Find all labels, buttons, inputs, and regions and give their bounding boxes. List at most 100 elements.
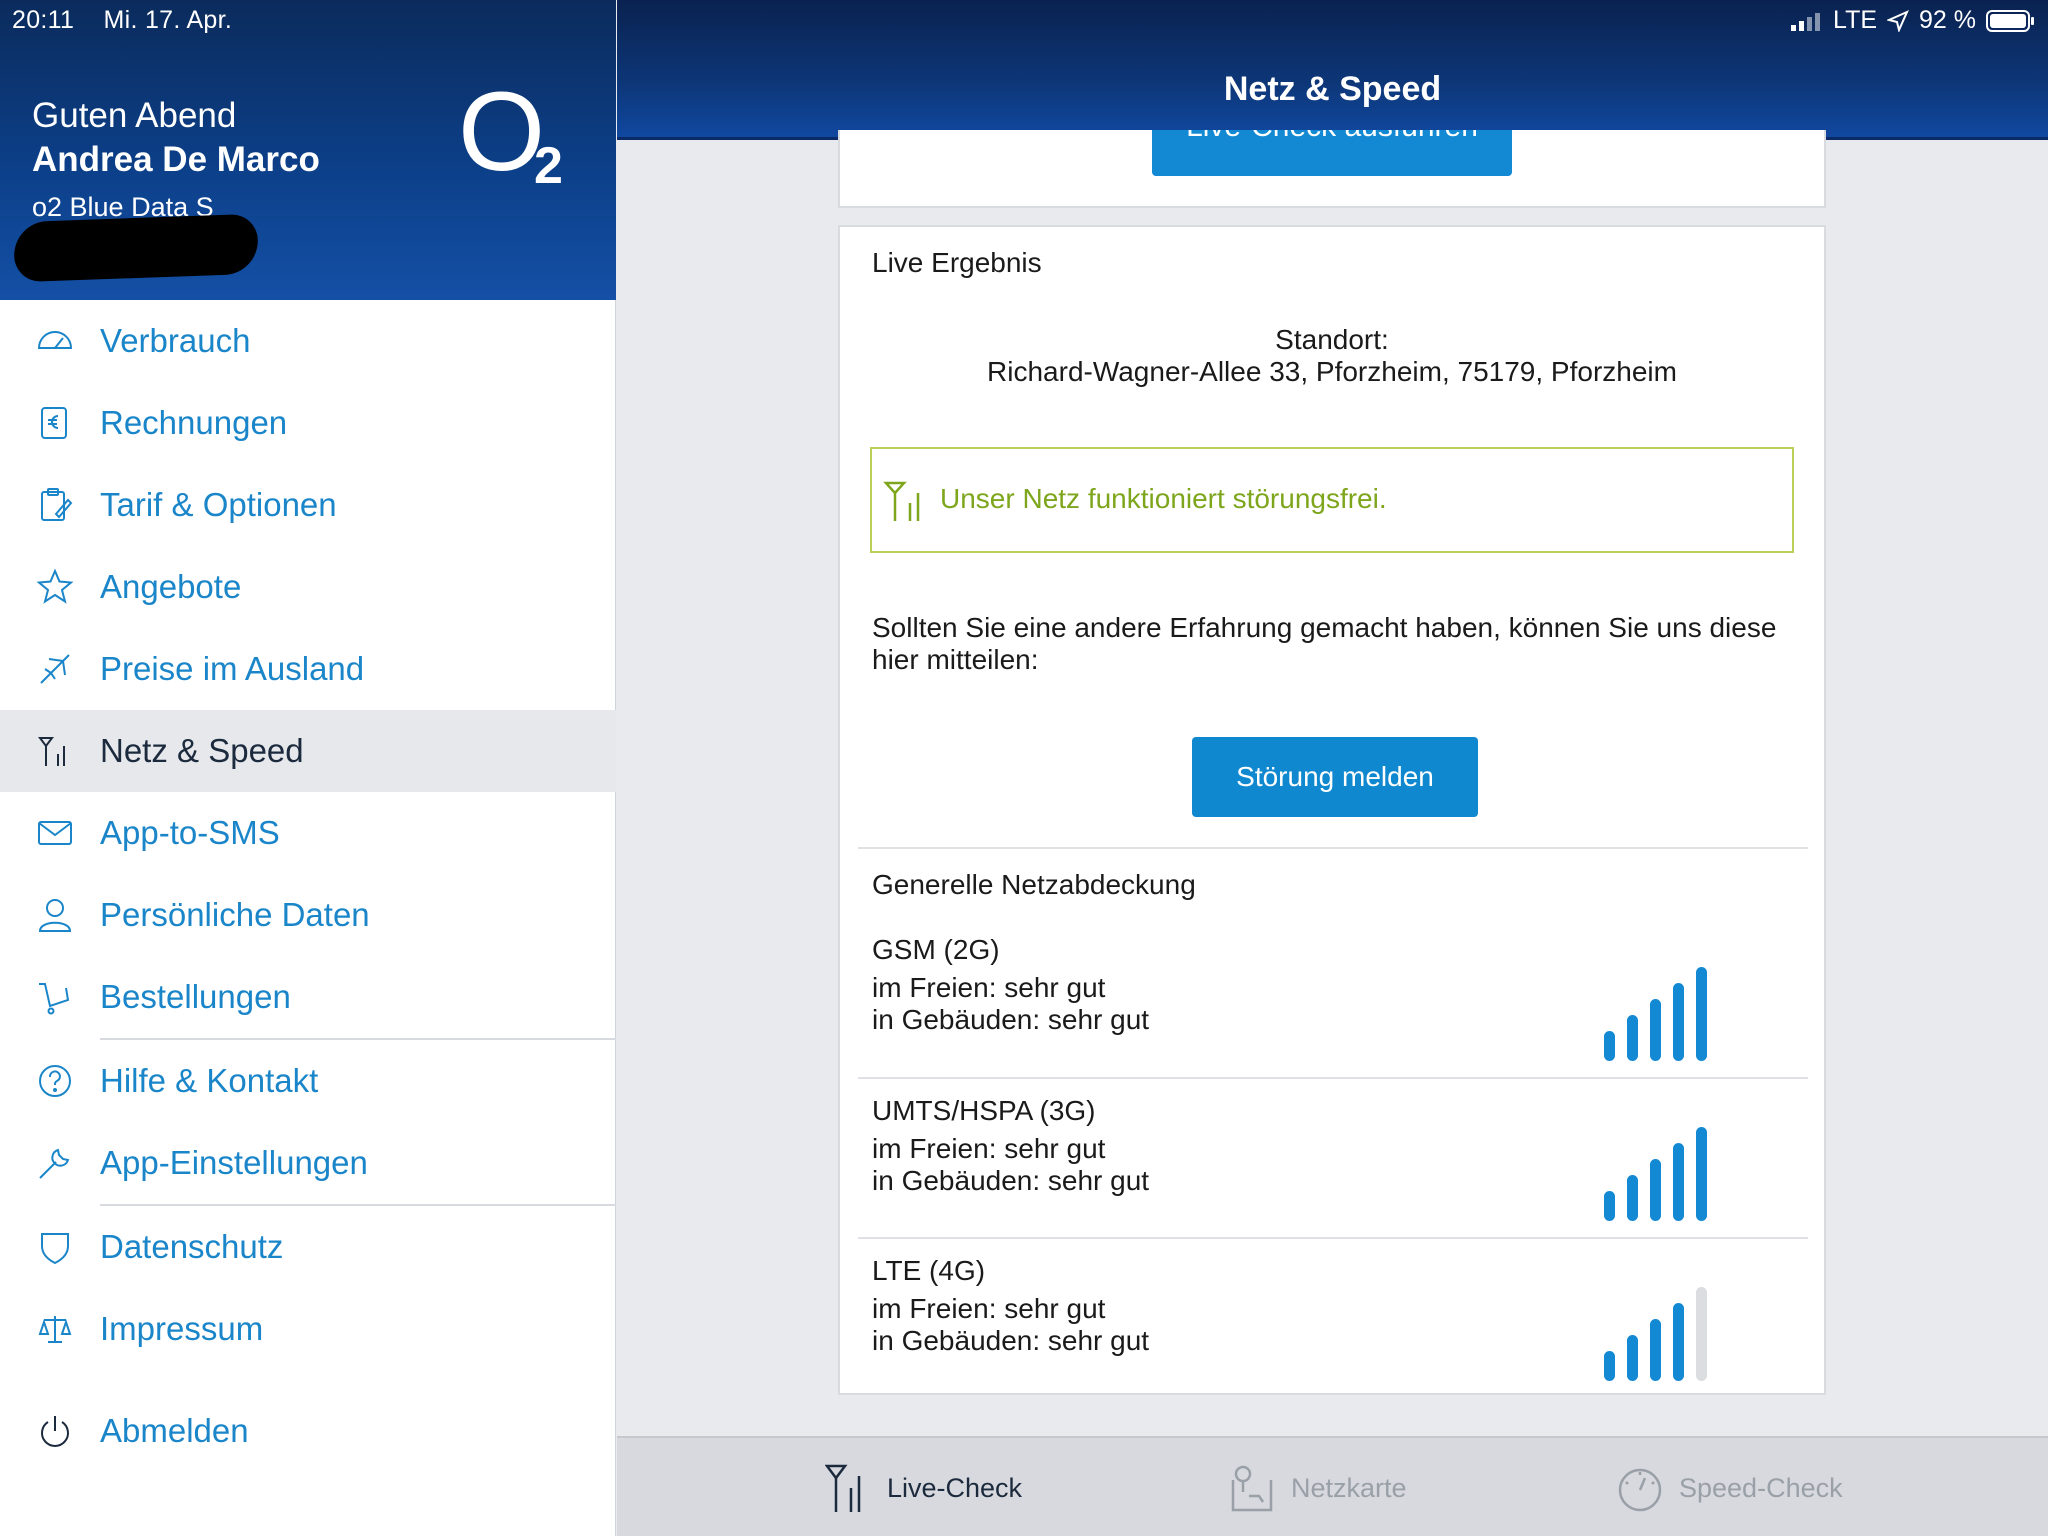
power-icon [41,1416,69,1447]
tab-live-check[interactable]: Live-Check [825,1438,1022,1536]
signal-bars [1604,1287,1707,1381]
sidebar-item-impressum[interactable]: Impressum [0,1288,616,1370]
antenna-icon [825,1464,861,1512]
tab-netzkarte[interactable]: Netzkarte [1229,1438,1407,1536]
tab-label: Live-Check [887,1472,1023,1503]
coverage-title: Generelle Netzabdeckung [872,869,1196,900]
signal-bar-filled [1650,999,1661,1061]
feedback-text: Sollten Sie eine andere Erfahrung gemach… [872,612,1777,675]
section-divider [858,1077,1808,1079]
network-name: GSM (2G) [872,934,1000,965]
signal-bar-filled [1673,1303,1684,1381]
network-status-box: Unser Netz funktioniert störungsfrei. [870,447,1794,553]
sidebar-item-label: Impressum [100,1310,264,1347]
greeting: Guten Abend [32,96,237,135]
sidebar-item-app-to-sms[interactable]: App-to-SMS [0,792,616,874]
cart-icon [39,983,70,1015]
redaction-mark [13,213,259,283]
page-title: Netz & Speed [1223,70,1442,108]
network-indoor: in Gebäuden: sehr gut [872,1325,1150,1356]
logo-digit: 2 [534,137,563,195]
signal-bar-filled [1650,1159,1661,1221]
signal-bar-filled [1627,1015,1638,1061]
wrench-icon [39,1148,70,1179]
antenna-icon [883,481,920,521]
section-divider [858,847,1808,849]
sidebar-item-label: Persönliche Daten [100,896,370,933]
sidebar-item-label: App-Einstellungen [100,1144,368,1181]
o2-logo: O 2 [458,76,578,195]
network-name: UMTS/HSPA (3G) [872,1095,1096,1126]
sidebar-item-label: Hilfe & Kontakt [100,1062,319,1099]
live-check-card: Live-Check ausführen [838,130,1826,208]
network-status-message: Unser Netz funktioniert störungsfrei. [940,483,1387,514]
sidebar-item-label: Bestellungen [100,978,291,1015]
shield-icon [41,1233,69,1265]
status-bar-left: 20:11 Mi. 17. Apr. [12,6,254,35]
status-battery: 92 % [1919,6,1976,34]
network-indoor: in Gebäuden: sehr gut [872,1165,1150,1196]
star-icon [36,568,74,604]
sidebar-item-rechnungen[interactable]: Rechnungen [0,382,616,464]
status-time: 20:11 [12,6,75,34]
invoice-euro-icon [41,407,67,439]
network-outdoor: im Freien: sehr gut [872,1293,1106,1324]
battery-icon [1986,9,2034,32]
sidebar-item-label: Abmelden [100,1412,249,1449]
network-outdoor: im Freien: sehr gut [872,1133,1106,1164]
result-title: Live Ergebnis [872,247,1042,278]
live-check-run-button[interactable]: Live-Check ausführen [1152,130,1512,176]
sidebar: 20:11 Mi. 17. Apr. Guten Abend Andrea De… [0,0,616,1536]
signal-bars [1604,967,1707,1061]
sidebar-item-label: Angebote [100,568,242,605]
question-icon [39,1065,71,1097]
live-result-card: Live Ergebnis Standort: Richard-Wagner-A… [838,225,1826,1395]
sidebar-item-label: Preise im Ausland [100,650,365,687]
location-label: Standort: [1275,324,1389,355]
network-indoor: in Gebäuden: sehr gut [872,1004,1150,1035]
person-icon [38,899,72,932]
tab-speed-check[interactable]: Speed-Check [1617,1438,1843,1536]
location-arrow-icon [1887,9,1909,32]
sidebar-item-hilfe-kontakt[interactable]: Hilfe & Kontakt [0,1040,616,1122]
signal-bar-empty [1696,1287,1707,1381]
status-bar-right: LTE 92 % [1791,6,2036,35]
signal-bar-filled [1604,1351,1615,1381]
tab-label: Netzkarte [1291,1472,1407,1503]
live-check-run-label: Live-Check ausführen [1152,130,1512,144]
bottom-tab-bar: Live-Check Netzkarte Speed-Check [617,1436,2048,1536]
user-name: Andrea De Marco [32,140,320,179]
signal-bar-filled [1673,983,1684,1061]
speedometer-icon [1618,1468,1662,1512]
page-header: LTE 92 % Netz & Speed [617,0,2048,140]
sidebar-item-bestellungen[interactable]: Bestellungen [0,956,616,1038]
sidebar-item-label: App-to-SMS [100,814,280,851]
sidebar-item-tarif[interactable]: Tarif & Optionen [0,464,616,546]
status-date: Mi. 17. Apr. [103,6,233,34]
sidebar-item-verbrauch[interactable]: Verbrauch [0,300,616,382]
sidebar-item-app-einstellungen[interactable]: App-Einstellungen [0,1122,616,1204]
signal-bar-filled [1673,1143,1684,1221]
sidebar-item-label: Netz & Speed [100,732,304,769]
report-issue-button[interactable]: Störung melden [1192,737,1478,817]
sidebar-item-abmelden[interactable]: Abmelden [0,1390,616,1472]
main-panel: LTE 92 % Netz & Speed Live-Check ausführ… [617,0,2048,1536]
map-pin-icon [1231,1465,1273,1512]
signal-bar-filled [1627,1335,1638,1381]
envelope-icon [38,821,72,845]
signal-bar-filled [1650,1319,1661,1381]
sidebar-item-label: Datenschutz [100,1228,284,1265]
clipboard-edit-icon [41,488,73,521]
sidebar-item-netz-speed[interactable]: Netz & Speed [0,710,616,792]
sidebar-item-angebote[interactable]: Angebote [0,546,616,628]
tab-label: Speed-Check [1679,1472,1843,1503]
sidebar-item-label: Tarif & Optionen [100,486,337,523]
profile-header: 20:11 Mi. 17. Apr. Guten Abend Andrea De… [0,0,616,300]
signal-bar-filled [1696,967,1707,1061]
sidebar-item-ausland[interactable]: Preise im Ausland [0,628,616,710]
scales-icon [38,1316,72,1343]
location-address: Richard-Wagner-Allee 33, Pforzheim, 7517… [987,356,1677,387]
sidebar-item-datenschutz[interactable]: Datenschutz [0,1206,616,1288]
sidebar-item-persoenliche-daten[interactable]: Persönliche Daten [0,874,616,956]
